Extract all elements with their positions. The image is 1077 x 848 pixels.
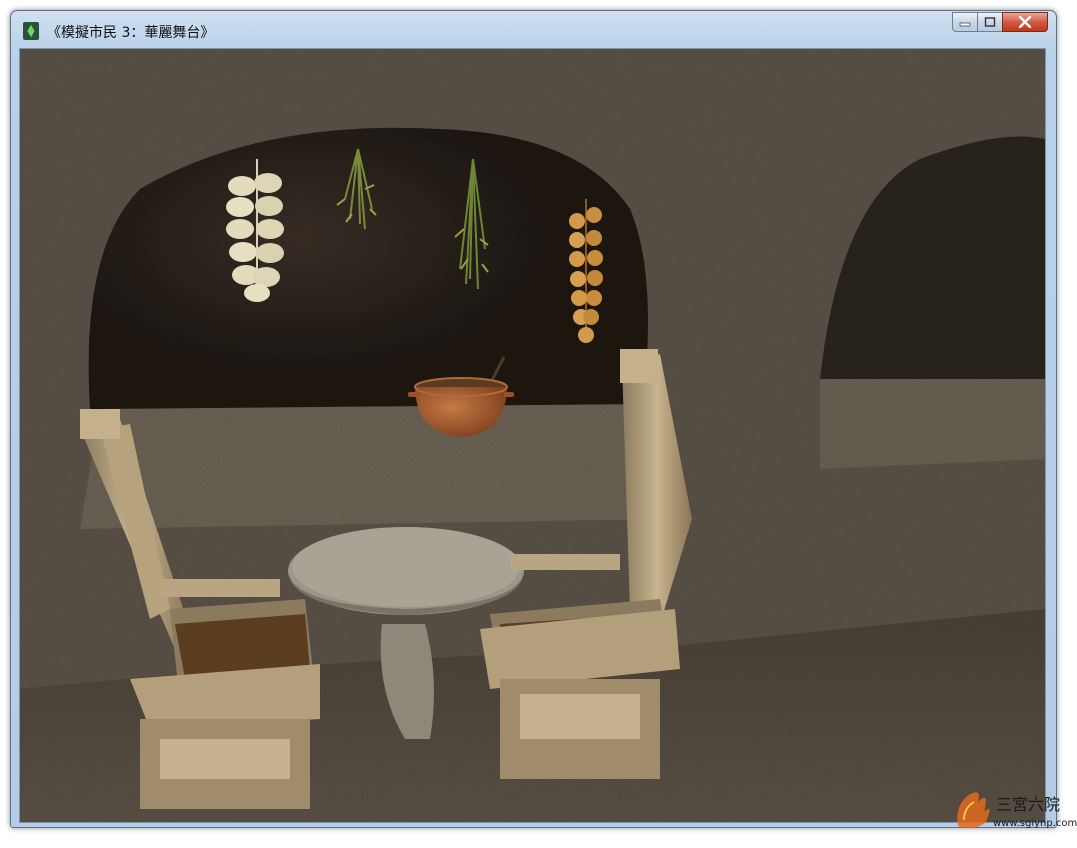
maximize-icon <box>984 17 996 27</box>
minimize-button[interactable] <box>952 12 978 32</box>
game-viewport[interactable] <box>19 48 1046 823</box>
svg-text:院: 院 <box>1044 795 1060 814</box>
window-title: 《模擬市民 3：華麗舞台》 <box>47 25 215 41</box>
title-bar[interactable]: 《模擬市民 3：華麗舞台》 <box>11 11 1056 47</box>
sims-plumbob-icon <box>23 22 39 40</box>
svg-text:宮: 宮 <box>1012 795 1028 814</box>
game-window: 《模擬市民 3：華麗舞台》 <box>10 10 1057 828</box>
maximize-button[interactable] <box>977 12 1003 32</box>
svg-text:三: 三 <box>996 795 1012 814</box>
watermark-site: www.sgiynp.com <box>993 818 1077 829</box>
cave-scene <box>20 49 1045 822</box>
svg-text:六: 六 <box>1028 795 1044 814</box>
close-icon <box>1018 16 1032 28</box>
sgiynp-watermark-logo: 三 宮 六 院 <box>957 792 1060 829</box>
window-controls <box>952 12 1048 34</box>
close-button[interactable] <box>1002 12 1048 32</box>
minimize-icon <box>959 22 971 27</box>
